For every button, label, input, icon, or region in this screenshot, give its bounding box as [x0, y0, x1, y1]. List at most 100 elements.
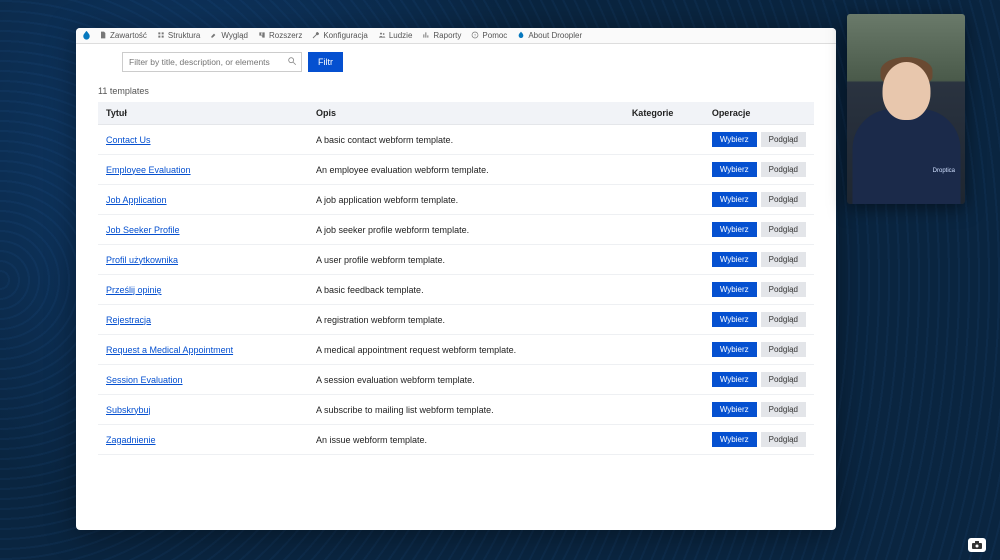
- table-row: Zagadnienie An issue webform template. Wyb…: [98, 425, 814, 455]
- col-header-cat: Kategorie: [624, 102, 704, 125]
- toolbar-label: Pomoc: [482, 31, 507, 40]
- template-desc: A medical appointment request webform te…: [308, 335, 624, 365]
- toolbar-item-konfiguracja[interactable]: Konfiguracja: [307, 31, 372, 41]
- toolbar-item-wygląd[interactable]: Wygląd: [205, 31, 253, 41]
- wrench-icon: [312, 31, 320, 41]
- col-header-title[interactable]: Tytuł: [98, 102, 308, 125]
- preview-button[interactable]: Podgląd: [761, 432, 806, 447]
- svg-text:?: ?: [474, 32, 477, 37]
- preview-button[interactable]: Podgląd: [761, 132, 806, 147]
- preview-button[interactable]: Podgląd: [761, 402, 806, 417]
- template-cat: [624, 425, 704, 455]
- toolbar-item-pomoc[interactable]: ? Pomoc: [466, 31, 512, 41]
- col-header-ops: Operacje: [704, 102, 814, 125]
- ops-cell: Wybierz Podgląd: [712, 192, 806, 207]
- toolbar-label: Struktura: [168, 31, 200, 40]
- preview-button[interactable]: Podgląd: [761, 342, 806, 357]
- preview-button[interactable]: Podgląd: [761, 252, 806, 267]
- select-button[interactable]: Wybierz: [712, 432, 757, 447]
- template-desc: A job application webform template.: [308, 185, 624, 215]
- table-row: Session EvaluationA session evaluation w…: [98, 365, 814, 395]
- table-row: Job Seeker ProfileA job seeker profile w…: [98, 215, 814, 245]
- template-cat: [624, 275, 704, 305]
- template-cat: [624, 245, 704, 275]
- toolbar-label: Konfiguracja: [323, 31, 367, 40]
- toolbar-label: Zawartość: [110, 31, 147, 40]
- table-body: Contact Us A basic contact webform templa…: [98, 125, 814, 455]
- toolbar-item-zawartość[interactable]: Zawartość: [94, 31, 152, 41]
- template-title-link[interactable]: Job Seeker Profile: [106, 225, 180, 235]
- template-title-link[interactable]: Profil użytkownika: [106, 255, 178, 265]
- select-button[interactable]: Wybierz: [712, 372, 757, 387]
- ops-cell: Wybierz Podgląd: [712, 162, 806, 177]
- toolbar-item-ludzie[interactable]: Ludzie: [373, 31, 418, 41]
- template-title-link[interactable]: Rejestracja: [106, 315, 151, 325]
- preview-button[interactable]: Podgląd: [761, 372, 806, 387]
- table-row: RejestracjaA registration webform templa…: [98, 305, 814, 335]
- table-row: Prześlij opinię A basic feedback template…: [98, 275, 814, 305]
- template-cat: [624, 395, 704, 425]
- select-button[interactable]: Wybierz: [712, 252, 757, 267]
- preview-button[interactable]: Podgląd: [761, 222, 806, 237]
- template-cat: [624, 155, 704, 185]
- template-desc: A basic contact webform template.: [308, 125, 624, 155]
- template-title-link[interactable]: Subskrybuj: [106, 405, 151, 415]
- toolbar-item-rozszerz[interactable]: Rozszerz: [253, 31, 307, 41]
- select-button[interactable]: Wybierz: [712, 162, 757, 177]
- webcam-overlay: Droptica: [847, 14, 965, 204]
- select-button[interactable]: Wybierz: [712, 282, 757, 297]
- template-title-link[interactable]: Contact Us: [106, 135, 151, 145]
- filter-button[interactable]: Filtr: [308, 52, 343, 72]
- toolbar-label: Wygląd: [221, 31, 248, 40]
- ops-cell: Wybierz Podgląd: [712, 132, 806, 147]
- select-button[interactable]: Wybierz: [712, 222, 757, 237]
- toolbar-item-raporty[interactable]: Raporty: [417, 31, 466, 41]
- table-header-row: Tytuł Opis Kategorie Operacje: [98, 102, 814, 125]
- filter-input-wrap: [122, 52, 302, 72]
- table-row: Contact Us A basic contact webform templa…: [98, 125, 814, 155]
- table-row: SubskrybujA subscribe to mailing list we…: [98, 395, 814, 425]
- chart-icon: [422, 31, 430, 41]
- admin-window: Zawartość Struktura Wygląd Rozszerz Konfigur…: [76, 28, 836, 530]
- presenter-head: [882, 62, 930, 120]
- ops-cell: Wybierz Podgląd: [712, 372, 806, 387]
- select-button[interactable]: Wybierz: [712, 132, 757, 147]
- template-title-link[interactable]: Zagadnienie: [106, 435, 156, 445]
- preview-button[interactable]: Podgląd: [761, 282, 806, 297]
- template-desc: A basic feedback template.: [308, 275, 624, 305]
- select-button[interactable]: Wybierz: [712, 402, 757, 417]
- toolbar-item-struktura[interactable]: Struktura: [152, 31, 205, 41]
- template-title-link[interactable]: Employee Evaluation: [106, 165, 191, 175]
- select-button[interactable]: Wybierz: [712, 192, 757, 207]
- preview-button[interactable]: Podgląd: [761, 162, 806, 177]
- col-header-desc: Opis: [308, 102, 624, 125]
- toolbar-items: Zawartość Struktura Wygląd Rozszerz Konfigur…: [94, 31, 587, 41]
- template-desc: An issue webform template.: [308, 425, 624, 455]
- presenter-figure: [854, 54, 959, 204]
- select-button[interactable]: Wybierz: [712, 312, 757, 327]
- toolbar-label: About Droopler: [528, 31, 582, 40]
- preview-button[interactable]: Podgląd: [761, 312, 806, 327]
- ops-cell: Wybierz Podgląd: [712, 222, 806, 237]
- template-cat: [624, 335, 704, 365]
- drupal-logo-icon[interactable]: [80, 30, 92, 42]
- template-count: 11 templates: [98, 86, 814, 96]
- template-cat: [624, 215, 704, 245]
- presenter-body: [852, 109, 960, 204]
- template-title-link[interactable]: Request a Medical Appointment: [106, 345, 233, 355]
- ops-cell: Wybierz Podgląd: [712, 252, 806, 267]
- ops-cell: Wybierz Podgląd: [712, 402, 806, 417]
- toolbar-label: Raporty: [433, 31, 461, 40]
- template-title-link[interactable]: Prześlij opinię: [106, 285, 162, 295]
- preview-button[interactable]: Podgląd: [761, 192, 806, 207]
- select-button[interactable]: Wybierz: [712, 342, 757, 357]
- toolbar-label: Ludzie: [389, 31, 413, 40]
- filter-input[interactable]: [122, 52, 302, 72]
- template-title-link[interactable]: Job Application: [106, 195, 167, 205]
- camera-icon[interactable]: [968, 538, 986, 552]
- template-title-link[interactable]: Session Evaluation: [106, 375, 183, 385]
- template-cat: [624, 185, 704, 215]
- template-cat: [624, 305, 704, 335]
- toolbar-item-about droopler[interactable]: About Droopler: [512, 31, 587, 41]
- template-cat: [624, 125, 704, 155]
